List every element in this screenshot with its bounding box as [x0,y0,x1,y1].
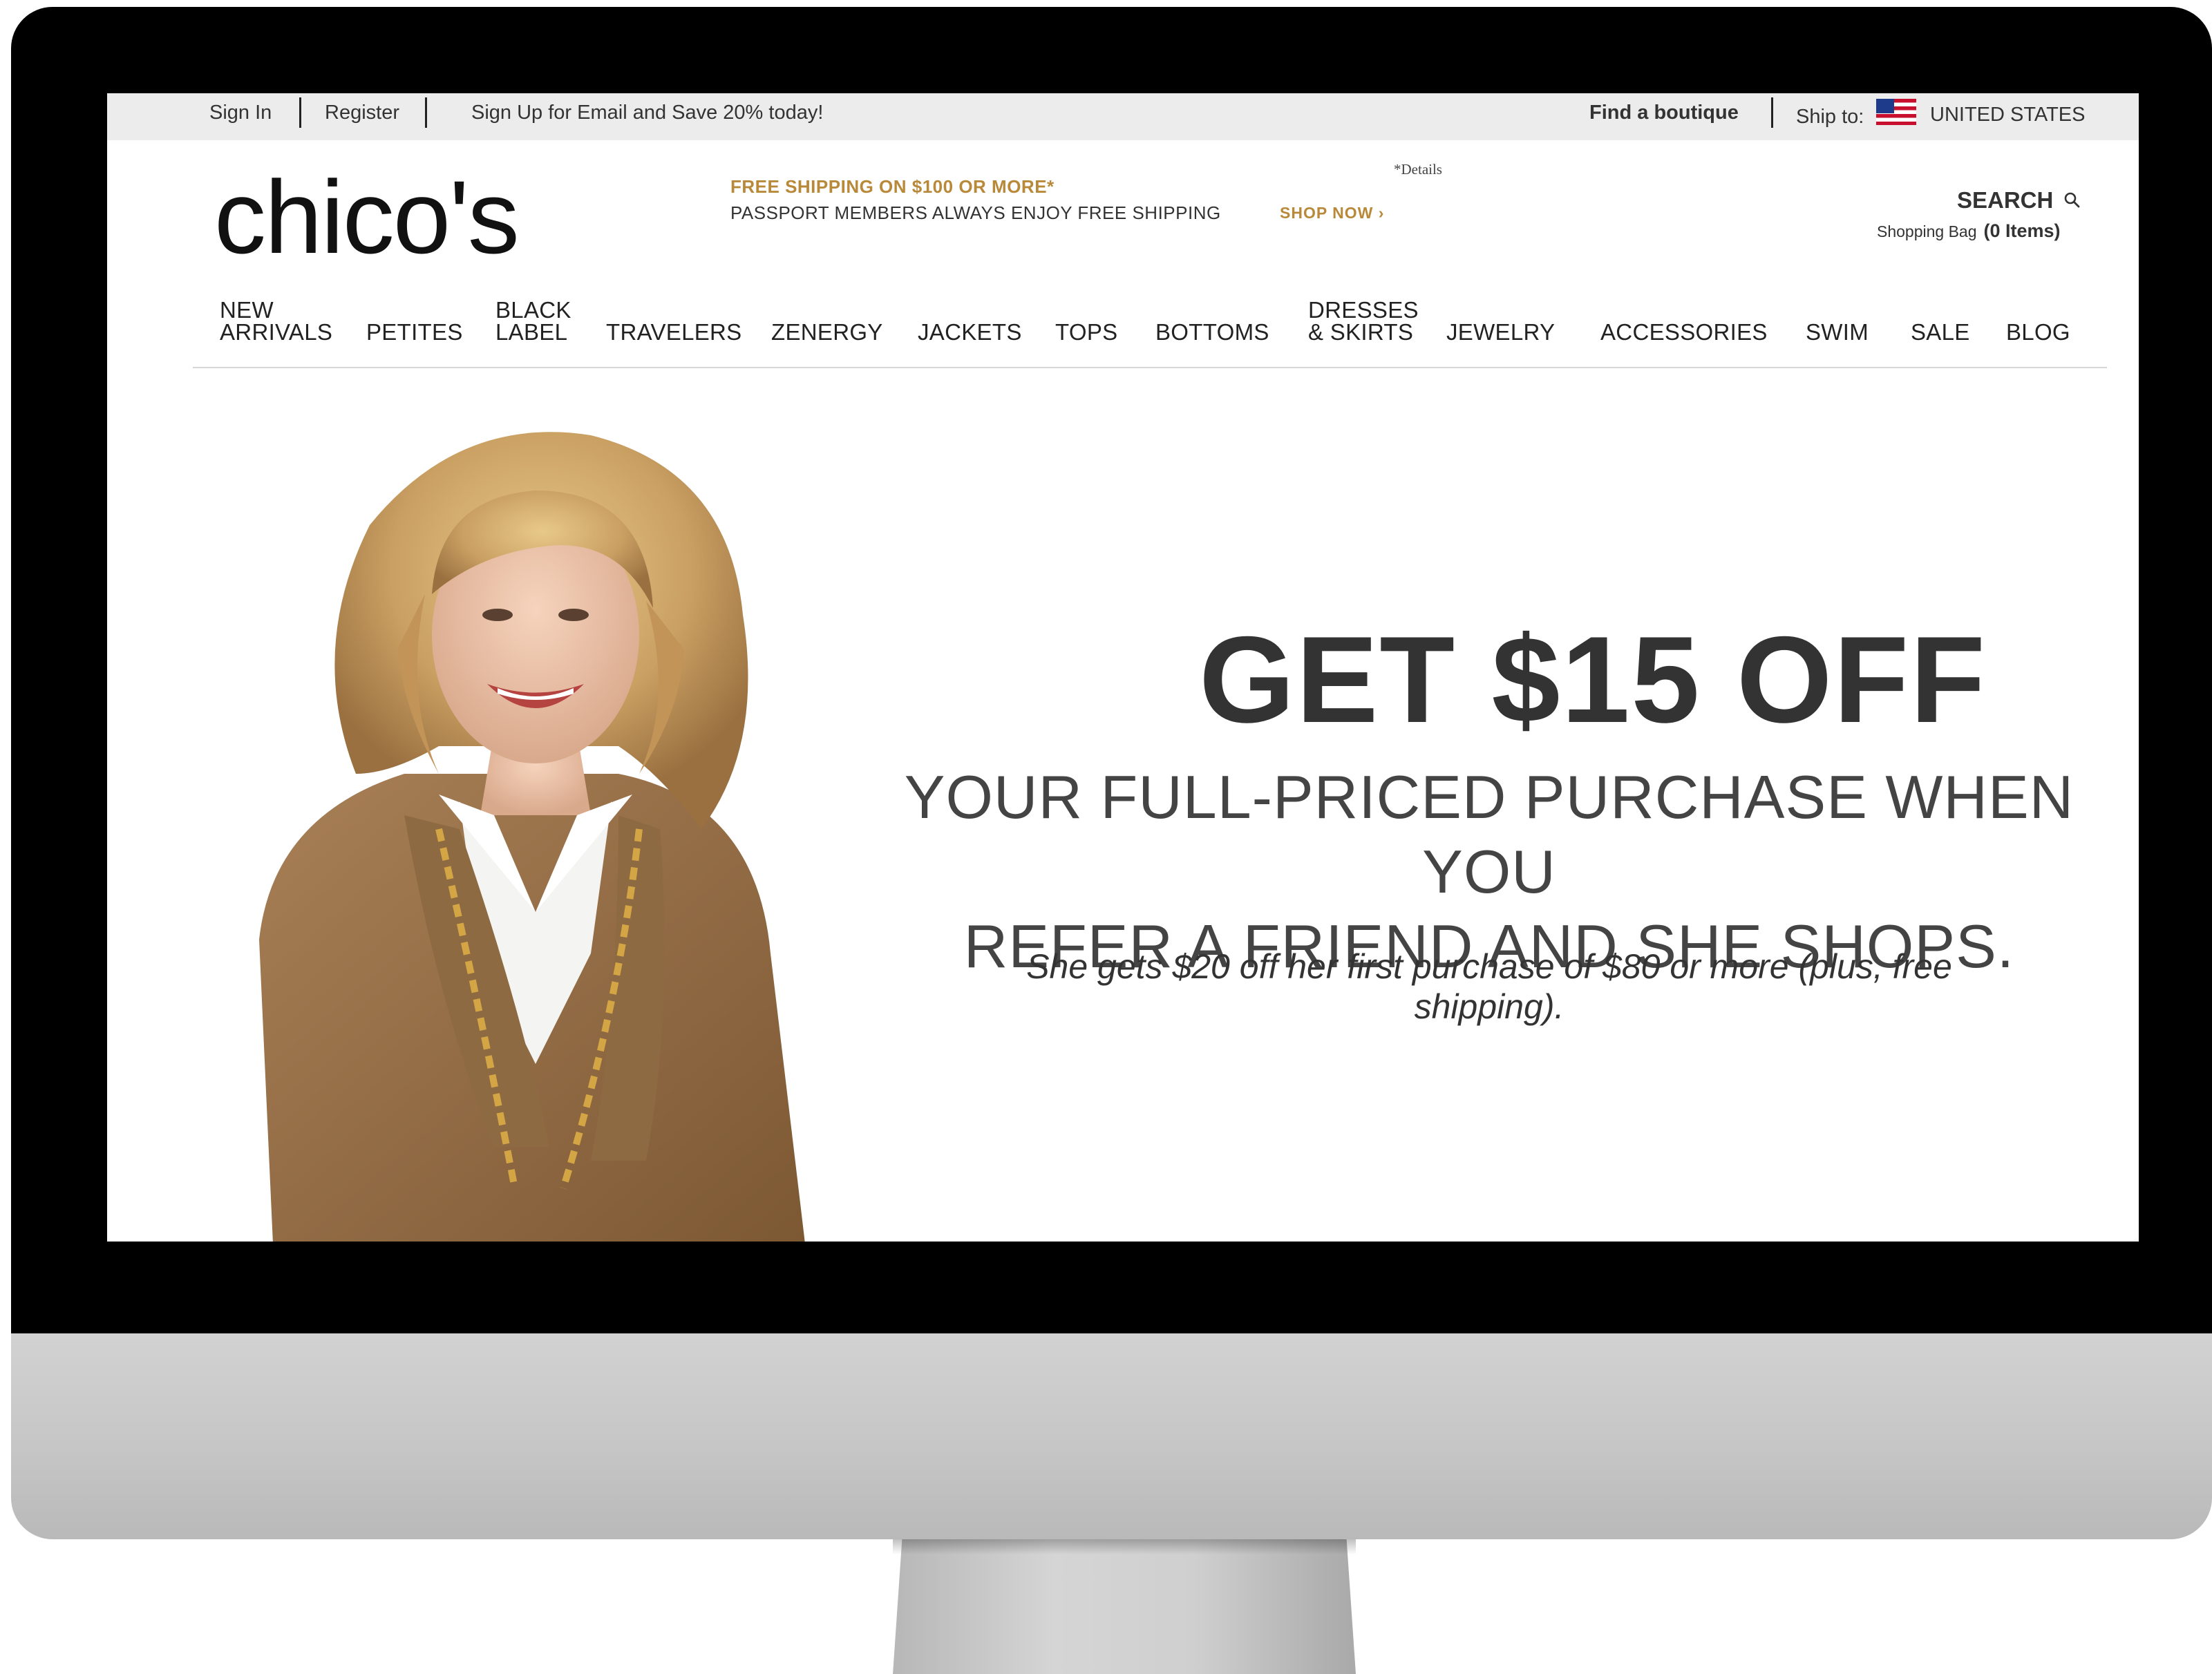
nav-label-line2: ARRIVALS [220,319,333,345]
free-shipping-promo: FREE SHIPPING ON $100 OR MORE* [730,176,1055,197]
nav-accessories[interactable]: ACCESSORIES [1600,299,1768,343]
nav-label-line2: TOPS [1055,319,1118,345]
details-link[interactable]: *Details [1394,161,1442,178]
nav-label-line2: ZENERGY [771,319,883,345]
nav-label-line1 [2006,299,2070,321]
utility-divider [1771,97,1773,128]
nav-label-line2: TRAVELERS [606,319,742,345]
nav-label-line1: DRESSES [1308,297,1419,323]
nav-travelers[interactable]: TRAVELERS [606,299,741,343]
nav-label-line1 [1600,299,1768,321]
nav-zenergy[interactable]: ZENERGY [771,299,883,343]
hero-title: GET $15 OFF [1199,611,1987,748]
utility-divider [299,97,301,128]
nav-label-line2: BLOG [2006,319,2070,345]
website-screen: Sign In Register Sign Up for Email and S… [107,93,2139,1242]
nav-jewelry[interactable]: JEWELRY [1446,299,1555,343]
nav-label-line1 [606,299,741,321]
shopping-bag-label: Shopping Bag [1877,222,1977,240]
utility-bar: Sign In Register Sign Up for Email and S… [107,93,2139,140]
ship-to-country[interactable]: UNITED STATES [1930,104,2086,126]
monitor-stand-shadow [893,1539,1356,1554]
nav-label-line2: BOTTOMS [1155,319,1269,345]
nav-label-line2: & SKIRTS [1308,319,1414,345]
nav-label-line2: ACCESSORIES [1600,319,1768,345]
register-link[interactable]: Register [325,102,399,124]
monitor-chin [11,1333,2212,1539]
nav-divider [193,367,2107,368]
ship-to-label: Ship to: [1796,106,1864,128]
nav-swim[interactable]: SWIM [1806,299,1869,343]
search-button[interactable]: SEARCH [1957,187,2053,213]
nav-label-line1 [366,299,463,321]
hero-offer-note: She gets $20 off her first purchase of $… [1026,947,1952,1026]
nav-label-line1 [1446,299,1555,321]
nav-label-line2: JEWELRY [1446,319,1556,345]
nav-new-arrivals[interactable]: NEW ARRIVALS [220,297,333,345]
find-boutique-link[interactable]: Find a boutique [1589,102,1739,124]
nav-label-line2: SALE [1911,319,1970,345]
nav-blog[interactable]: BLOG [2006,299,2070,343]
chicos-logo[interactable]: chico's [214,165,520,269]
monitor-stand [893,1539,1356,1674]
nav-label-line2: LABEL [495,319,568,345]
nav-tops[interactable]: TOPS [1055,299,1117,343]
nav-black-label[interactable]: BLACK LABEL [495,297,571,345]
email-signup-link[interactable]: Sign Up for Email and Save 20% today! [471,102,823,124]
nav-label-line1: BLACK [495,297,571,323]
nav-jackets[interactable]: JACKETS [918,299,1022,343]
nav-bottoms[interactable]: BOTTOMS [1155,299,1269,343]
shop-now-link[interactable]: SHOP NOW › [1280,204,1384,222]
search-icon[interactable] [2063,191,2080,208]
nav-dresses-skirts[interactable]: DRESSES & SKIRTS [1308,297,1419,345]
nav-sale[interactable]: SALE [1911,299,1970,343]
utility-divider [425,97,427,128]
nav-label-line1 [771,299,883,321]
nav-label-line1 [1055,299,1117,321]
us-flag-icon[interactable] [1876,99,1916,125]
sign-in-link[interactable]: Sign In [209,102,272,124]
nav-label-line2: SWIM [1806,319,1869,345]
nav-label-line1 [1806,299,1869,321]
nav-label-line1 [1155,299,1269,321]
hero-subtitle-line1: YOUR FULL-PRICED PURCHASE WHEN YOU [904,763,2074,906]
nav-label-line1: NEW [220,297,274,323]
passport-shipping-note: PASSPORT MEMBERS ALWAYS ENJOY FREE SHIPP… [730,202,1221,223]
nav-label-line1 [1911,299,1970,321]
nav-label-line2: PETITES [366,319,463,345]
nav-petites[interactable]: PETITES [366,299,463,343]
shopping-bag-count: (0 Items) [1983,220,2061,241]
nav-label-line1 [918,299,1022,321]
nav-label-line2: JACKETS [918,319,1022,345]
shopping-bag-link[interactable]: Shopping Bag (0 Items) [1877,220,2061,242]
